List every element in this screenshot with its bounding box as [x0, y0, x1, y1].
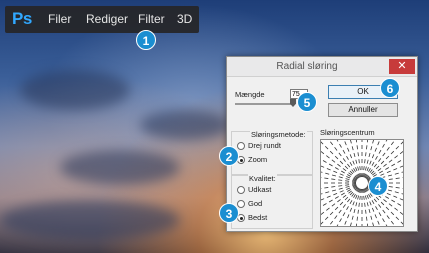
blur-center-label: Sløringscentrum — [320, 128, 375, 137]
menu-bar: Ps Filer Rediger Filter 3D — [5, 6, 199, 33]
blur-center-preview[interactable] — [303, 124, 421, 242]
zoom-preview-lines — [303, 124, 421, 242]
close-button[interactable]: ✕ — [389, 59, 415, 74]
cancel-button[interactable]: Annuller — [328, 103, 398, 117]
amount-slider-thumb[interactable] — [290, 99, 296, 107]
callout-badge-4: 4 — [368, 176, 388, 196]
radio-label-draft: Udkast — [248, 185, 272, 194]
quality-label: Kvalitet: — [248, 174, 277, 183]
radio-label-good: God — [248, 199, 263, 208]
quality-group: Kvalitet: Udkast God Bedst — [231, 174, 313, 229]
dialog-title: Radial sløring — [276, 61, 338, 72]
callout-badge-1: 1 — [136, 30, 156, 50]
menu-item-file[interactable]: Filer — [48, 12, 71, 26]
radio-label-spin: Drej rundt — [248, 141, 281, 150]
menu-item-filter[interactable]: Filter — [138, 12, 165, 26]
photoshop-logo: Ps — [12, 9, 32, 28]
amount-slider-track[interactable] — [235, 103, 293, 105]
blur-method-label: Sløringsmetode: — [250, 130, 307, 139]
radio-button[interactable] — [237, 142, 245, 150]
radio-label-zoom: Zoom — [248, 155, 268, 164]
callout-badge-2: 2 — [219, 146, 239, 166]
radio-label-best: Bedst — [248, 213, 268, 222]
callout-badge-6: 6 — [380, 78, 400, 98]
radio-button[interactable] — [237, 186, 245, 194]
menu-item-3d[interactable]: 3D — [177, 12, 192, 26]
dialog-titlebar[interactable]: Radial sløring ✕ — [227, 57, 417, 77]
callout-badge-3: 3 — [219, 203, 239, 223]
blur-method-group: Sløringsmetode: Drej rundt Zoom — [231, 130, 313, 175]
menu-item-edit[interactable]: Rediger — [86, 12, 128, 26]
radio-button[interactable] — [237, 200, 245, 208]
amount-label: Mængde — [235, 90, 265, 99]
callout-badge-5: 5 — [297, 92, 317, 112]
